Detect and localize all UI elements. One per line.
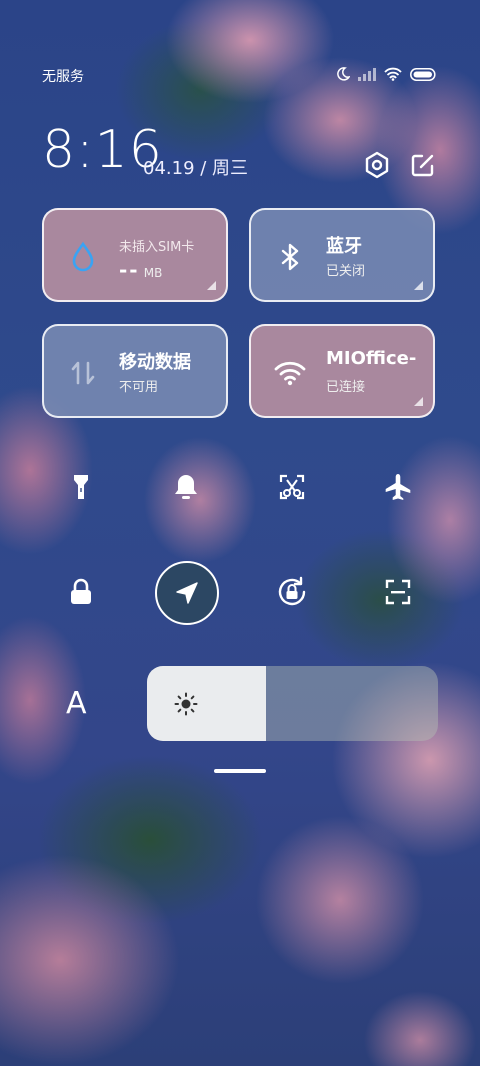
mobile-data-tile[interactable]: 移动数据 不可用 <box>42 324 228 418</box>
wifi-icon <box>384 67 402 81</box>
expand-corner <box>414 397 423 406</box>
bluetooth-icon <box>281 243 299 271</box>
bluetooth-status: 已关闭 <box>326 264 366 279</box>
location-toggle[interactable] <box>155 561 219 625</box>
wifi-tile[interactable]: MIOffice- 已连接 <box>249 324 435 418</box>
edit-button[interactable] <box>408 150 438 180</box>
screenshot-icon <box>279 474 305 500</box>
flashlight-icon <box>74 475 88 499</box>
settings-hex-icon <box>365 151 389 179</box>
bluetooth-tile[interactable]: 蓝牙 已关闭 <box>249 208 435 302</box>
settings-button[interactable] <box>362 150 392 180</box>
sim-data-tile[interactable]: 未插入SIM卡 -- MB <box>42 208 228 302</box>
bluetooth-label: 蓝牙 <box>326 236 362 257</box>
edit-icon <box>411 154 434 177</box>
mobile-data-status: 不可用 <box>119 380 159 395</box>
status-bar: 无服务 <box>0 66 480 86</box>
expand-corner <box>414 281 423 290</box>
rotation-lock-toggle[interactable] <box>270 570 314 614</box>
rotation-lock-icon <box>278 576 306 606</box>
screenshot-toggle[interactable] <box>270 465 314 509</box>
scanner-toggle[interactable] <box>376 570 420 614</box>
data-usage-unit: MB <box>143 266 163 280</box>
airplane-icon <box>385 474 411 500</box>
auto-brightness-button[interactable]: A <box>66 686 87 721</box>
airplane-mode-toggle[interactable] <box>376 465 420 509</box>
signal-icon <box>358 67 376 81</box>
expand-corner <box>207 281 216 290</box>
ringer-toggle[interactable] <box>164 465 208 509</box>
brightness-fill <box>147 666 267 741</box>
moon-icon <box>337 67 350 81</box>
lock-icon <box>71 578 91 604</box>
drag-handle[interactable] <box>214 769 266 773</box>
wifi-network-label: MIOffice- <box>326 348 417 369</box>
brightness-slider[interactable] <box>147 666 438 741</box>
flashlight-toggle[interactable] <box>59 465 103 509</box>
sim-status-label: 未插入SIM卡 <box>119 240 195 255</box>
wifi-status: 已连接 <box>326 380 366 395</box>
data-drop-icon <box>72 241 94 272</box>
battery-icon <box>410 67 436 81</box>
bell-icon <box>175 475 197 499</box>
date-label: 04.19 / 周三 <box>143 158 249 179</box>
carrier-label: 无服务 <box>42 69 84 85</box>
wifi-icon <box>274 361 306 386</box>
scan-icon <box>385 579 411 605</box>
sun-icon <box>174 692 198 716</box>
mobile-data-label: 移动数据 <box>119 352 191 373</box>
mobile-data-arrows-icon <box>71 361 95 385</box>
lock-screen-toggle[interactable] <box>59 570 103 614</box>
data-usage-value: -- <box>119 258 140 282</box>
location-icon <box>176 582 198 604</box>
